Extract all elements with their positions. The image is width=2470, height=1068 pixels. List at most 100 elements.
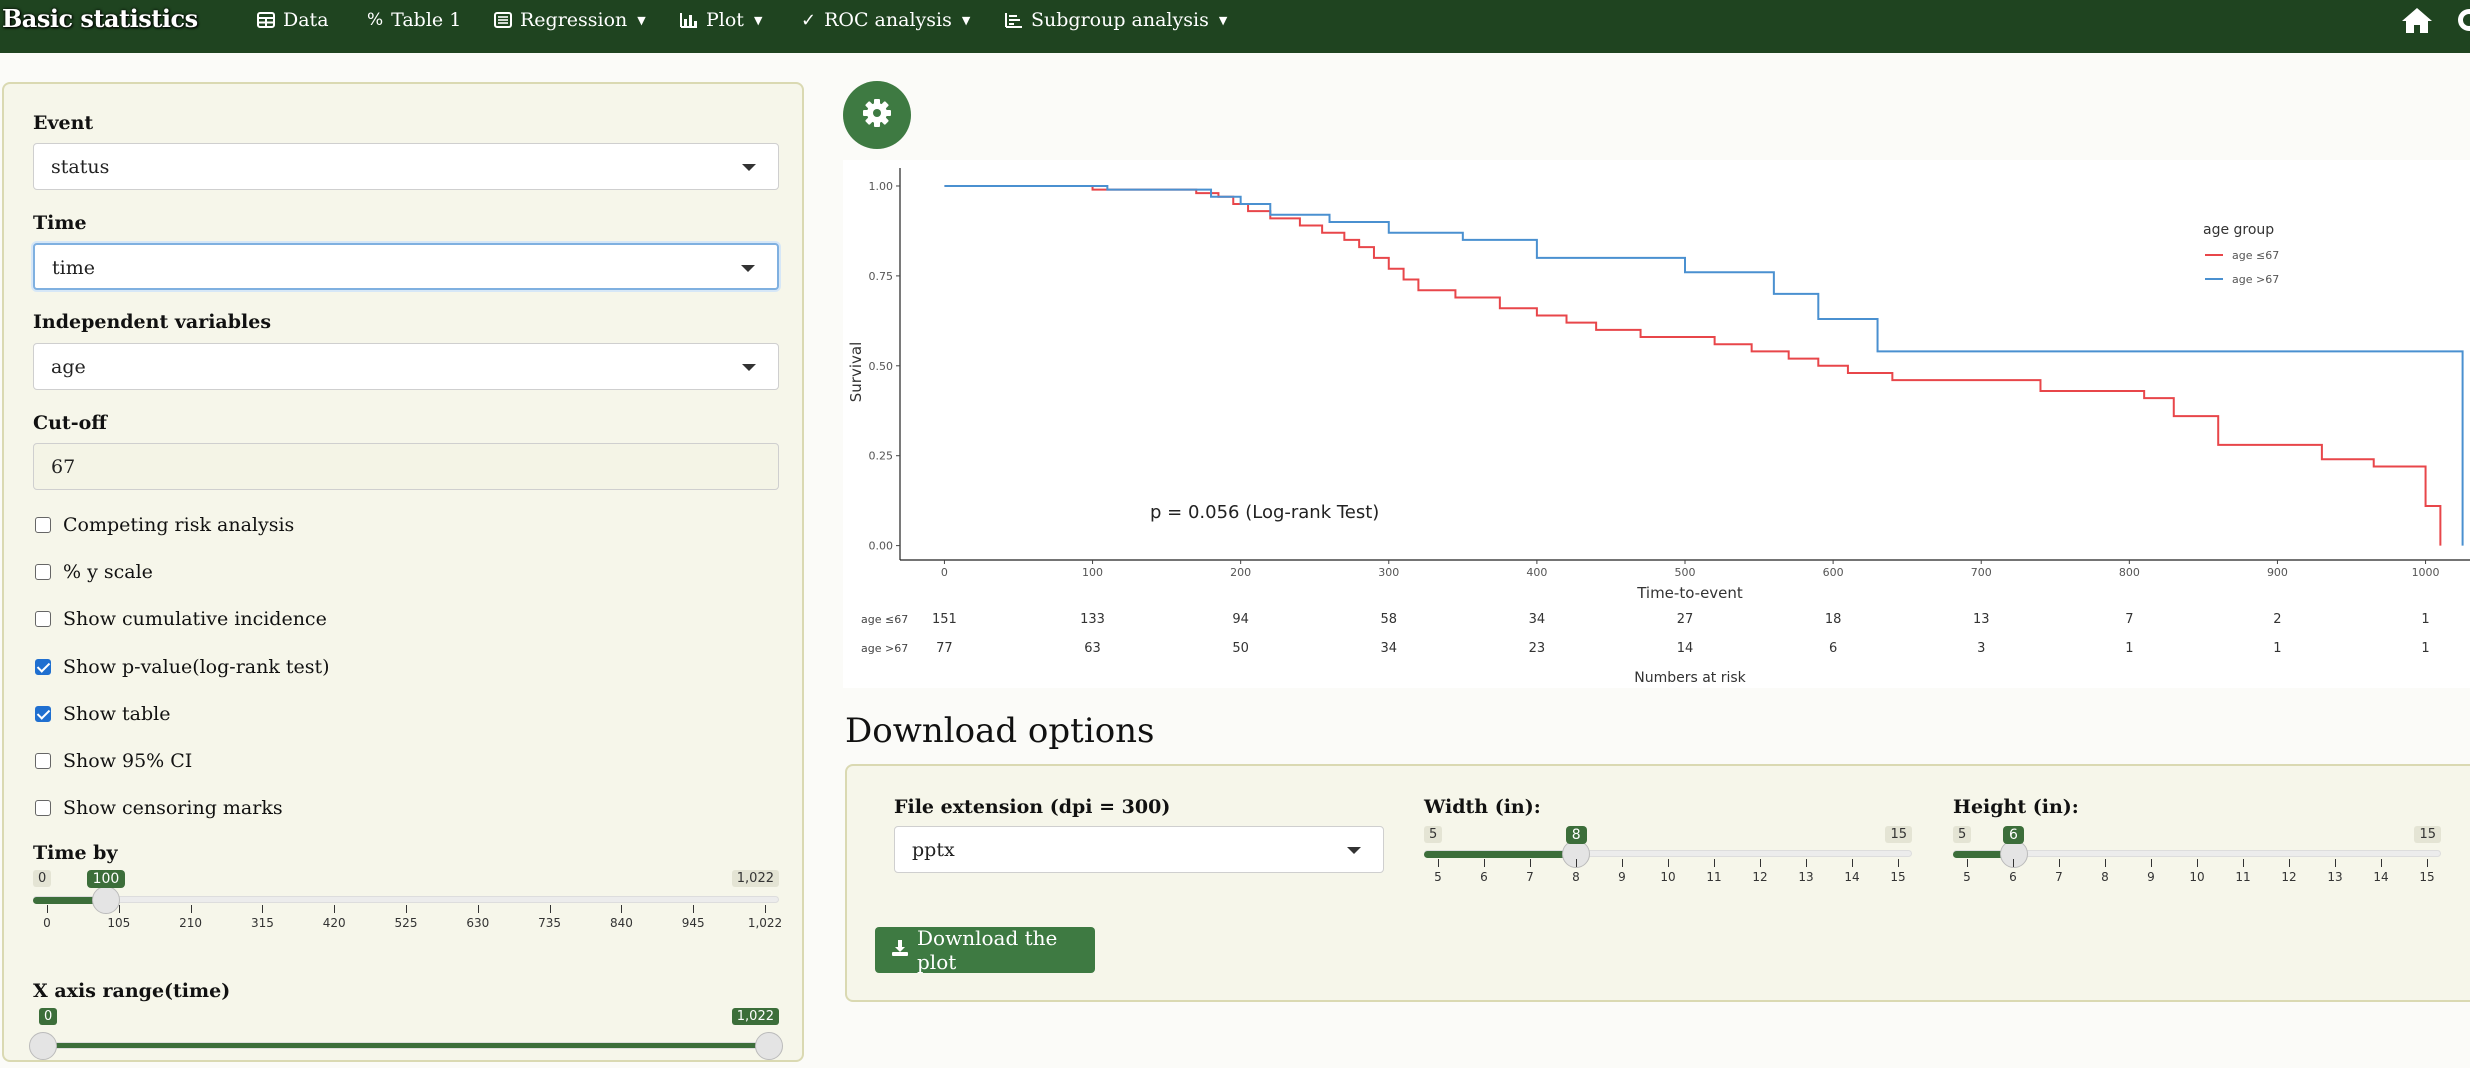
bar-chart-icon (680, 12, 698, 28)
legend-title: age group (2203, 222, 2274, 238)
nav-subgroup[interactable]: Subgroup analysis ▼ (1005, 8, 1227, 32)
table-icon (257, 12, 275, 28)
slider-tick (2151, 859, 2152, 867)
nav-subgroup-label: Subgroup analysis (1031, 9, 1209, 31)
nav-plot[interactable]: Plot ▼ (680, 8, 762, 32)
checkbox-row-3[interactable]: Show p-value(log-rank test) (35, 656, 330, 678)
risk-value: 6 (1829, 641, 1837, 656)
slider-tick (549, 905, 551, 913)
nav-regression[interactable]: Regression ▼ (494, 8, 646, 32)
checkbox[interactable] (35, 753, 51, 769)
risk-value: 151 (932, 612, 957, 627)
slider-tick (1622, 859, 1623, 867)
app-brand[interactable]: Basic statistics (2, 4, 198, 33)
slider-tick-label: 10 (2189, 870, 2205, 884)
width-slider[interactable]: 5 15 8 5 6 7 8 9 10 11 12 13 14 15 (1424, 826, 1912, 896)
slider-tick (1576, 859, 1577, 867)
y-axis-label: Survival (847, 342, 865, 402)
risk-value: 1 (2125, 641, 2133, 656)
checkbox-label: Show p-value(log-rank test) (63, 655, 330, 678)
risk-value: 13 (1973, 612, 1990, 627)
height-label: Height (in): (1953, 796, 2079, 818)
time-select-value: time (52, 257, 95, 279)
risk-value: 77 (936, 641, 953, 656)
height-slider[interactable]: 5 15 6 5 6 7 8 9 10 11 12 13 14 15 (1953, 826, 2441, 896)
checkbox-row-5[interactable]: Show 95% CI (35, 750, 192, 772)
nav-data-label: Data (283, 9, 329, 31)
slider-track (33, 896, 779, 903)
risk-value: 63 (1084, 641, 1101, 656)
list-alt-icon (494, 12, 512, 28)
cutoff-input[interactable]: 67 (33, 443, 779, 490)
nav-regression-label: Regression (520, 9, 628, 31)
x-tick-label: 400 (1526, 566, 1547, 579)
slider-tick (2335, 859, 2336, 867)
x-range-handle-min[interactable] (29, 1032, 57, 1060)
checkbox-label: Competing risk analysis (63, 514, 295, 536)
y-tick-label: 0.75 (869, 270, 894, 283)
slider-tick-label: 12 (1752, 870, 1768, 884)
time-by-slider[interactable]: 0 1,022 100 0 105 210 315 420 525 630 735 840 945 1,0… (33, 870, 783, 950)
checkbox-row-0[interactable]: Competing risk analysis (35, 514, 294, 536)
slider-tick (2059, 859, 2060, 867)
checkbox[interactable] (35, 611, 51, 628)
slider-tick (1760, 859, 1761, 867)
x-tick-label: 600 (1823, 566, 1844, 579)
slider-tick-label: 6 (2009, 870, 2017, 884)
x-range-min-label: 0 (39, 1008, 58, 1025)
x-tick-label: 1000 (2412, 566, 2440, 579)
slider-tick-label: 14 (2373, 870, 2389, 884)
nav-data[interactable]: Data (257, 8, 329, 32)
x-tick-label: 900 (2267, 566, 2288, 579)
checkbox-row-1[interactable]: % y scale (35, 561, 153, 583)
home-icon[interactable] (2400, 6, 2434, 38)
caret-down-icon (742, 164, 756, 171)
slider-tick-label: 15 (2419, 870, 2435, 884)
x-range-handle-max[interactable] (755, 1032, 783, 1060)
slider-tick (2013, 859, 2014, 867)
nav-plot-label: Plot (706, 9, 744, 31)
slider-tick (2243, 859, 2244, 867)
slider-tick-label: 15 (1890, 870, 1906, 884)
caret-down-icon (741, 265, 755, 272)
x-tick-label: 300 (1378, 566, 1399, 579)
slider-handle[interactable] (92, 886, 121, 914)
slider-tick-label: 10 (1660, 870, 1676, 884)
file-extension-select[interactable]: pptx (894, 826, 1384, 873)
time-label: Time (33, 212, 87, 234)
slider-tick (1898, 859, 1899, 867)
slider-tick-label: 315 (250, 916, 274, 930)
nav-table1[interactable]: % Table 1 (367, 8, 461, 32)
x-axis-range-slider[interactable]: 0 1,022 (29, 1008, 783, 1068)
slider-tick (1967, 859, 1968, 867)
slider-tick (2105, 859, 2106, 867)
event-select[interactable]: status (33, 143, 779, 190)
checkbox-row-4[interactable]: Show table (35, 703, 170, 725)
nav-roc[interactable]: ✓ ROC analysis ▼ (801, 8, 970, 32)
time-select[interactable]: time (33, 243, 779, 290)
km-chart-svg: Survival Time-to-event p = 0.056 (Log-ra… (847, 168, 2470, 686)
checkbox[interactable] (35, 705, 51, 722)
x-range-track (33, 1042, 779, 1049)
slider-tick-label: 1,022 (747, 916, 783, 930)
checkbox-row-2[interactable]: Show cumulative incidence (35, 608, 327, 630)
github-icon[interactable] (2456, 7, 2470, 37)
x-axis-range-label: X axis range(time) (33, 980, 231, 1002)
download-plot-button[interactable]: Download the plot (875, 926, 1095, 974)
checkbox[interactable] (35, 800, 51, 817)
risk-value: 3 (1977, 641, 1985, 656)
caret-down-icon (1347, 847, 1361, 854)
checkbox[interactable] (35, 658, 51, 675)
slider-min-label: 5 (1953, 826, 1972, 843)
slider-tick (262, 905, 264, 913)
slider-tick (477, 905, 479, 913)
risk-value: 34 (1381, 641, 1398, 656)
slider-tick-label: 12 (2281, 870, 2297, 884)
checkbox-row-6[interactable]: Show censoring marks (35, 797, 283, 819)
independent-variables-select[interactable]: age (33, 343, 779, 390)
risk-value: 18 (1825, 612, 1842, 627)
plot-settings-button[interactable] (843, 81, 911, 149)
checkbox[interactable] (35, 517, 51, 533)
file-extension-label: File extension (dpi = 300) (894, 796, 1171, 818)
checkbox[interactable] (35, 564, 51, 581)
